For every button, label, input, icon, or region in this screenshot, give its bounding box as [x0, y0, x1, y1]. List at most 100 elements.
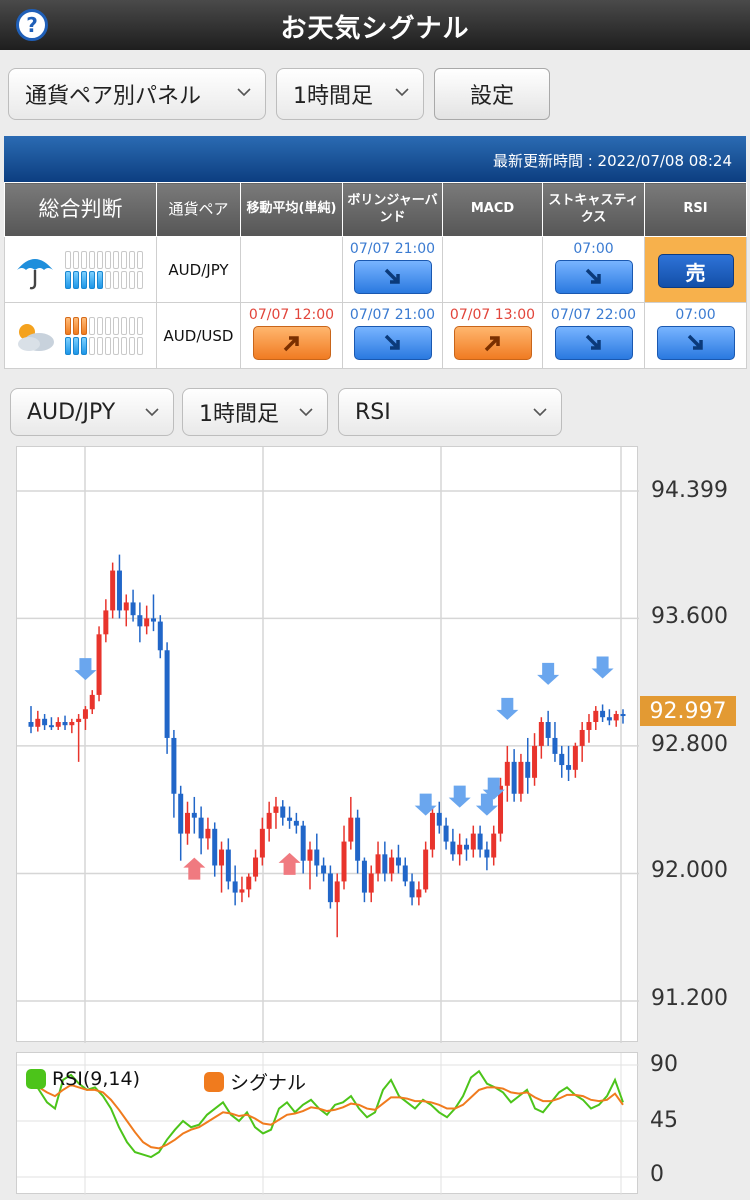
- candle-body: [42, 718, 48, 726]
- strength-bar-empty: [129, 336, 135, 355]
- legend-swatch: [204, 1071, 224, 1092]
- candle-body: [443, 825, 449, 842]
- strength-bar-filled: [65, 270, 71, 289]
- stoch-cell[interactable]: 07:00: [542, 236, 645, 303]
- strength-bar-filled: [65, 336, 71, 355]
- strength-bar-empty: [89, 250, 95, 269]
- candle-body: [246, 876, 252, 890]
- table-row[interactable]: AUD/USD 07/07 12:00 07/07 21:00 07/07 13…: [4, 302, 747, 369]
- buy-arrow-icon: [183, 857, 206, 880]
- price-axis-label: 92.800: [651, 732, 728, 757]
- candle-body: [259, 828, 265, 858]
- indicator-select[interactable]: RSI: [338, 388, 562, 436]
- candle-body: [579, 729, 585, 746]
- candle-body: [491, 833, 497, 858]
- strength-bar-empty: [113, 270, 119, 289]
- legend-signal: シグナル: [204, 1068, 306, 1095]
- candle-body: [185, 812, 191, 834]
- rsi-cell[interactable]: 07:00: [644, 302, 747, 369]
- strength-bar-filled: [81, 270, 87, 289]
- sell-signal-button[interactable]: [554, 260, 633, 294]
- sell-arrow-icon: [537, 662, 560, 685]
- candle-body: [150, 618, 156, 622]
- candle-body: [606, 717, 612, 721]
- candle-body: [212, 828, 218, 866]
- sell-button[interactable]: 売: [657, 254, 734, 288]
- candle-body: [538, 722, 544, 746]
- candle-body: [253, 857, 259, 877]
- candle-body: [225, 849, 231, 882]
- candle-body: [613, 714, 619, 721]
- strength-bar-empty: [113, 316, 119, 335]
- bars-bottom: [65, 336, 143, 355]
- candle-body: [55, 722, 61, 727]
- candle-body: [559, 753, 565, 766]
- candle-body: [586, 722, 592, 730]
- candle-body: [48, 725, 54, 728]
- buy-signal-button[interactable]: [453, 326, 532, 360]
- bars-bottom: [65, 270, 143, 289]
- sell-signal-button[interactable]: [353, 260, 432, 294]
- chevron-down-icon: [237, 88, 251, 97]
- candle-body: [205, 828, 211, 839]
- strength-bar-filled: [81, 316, 87, 335]
- candle-body: [389, 857, 395, 874]
- pair-name[interactable]: AUD/JPY: [156, 236, 241, 303]
- bb-cell[interactable]: 07/07 21:00: [342, 236, 443, 303]
- candle-body: [423, 849, 429, 890]
- sell-signal-button[interactable]: [554, 326, 633, 360]
- strength-bar-filled: [65, 316, 71, 335]
- sell-signal-button[interactable]: [656, 326, 735, 360]
- table-row[interactable]: AUD/JPY 07/07 21:00 07:00 売: [4, 236, 747, 303]
- strength-bar-empty: [89, 336, 95, 355]
- candle-body: [511, 761, 517, 794]
- macd-cell[interactable]: 07/07 13:00: [442, 302, 543, 369]
- signal-time: 07:00: [573, 241, 614, 257]
- timeframe-select[interactable]: 1時間足: [276, 68, 424, 120]
- candle-body: [82, 709, 88, 719]
- ma-cell[interactable]: 07/07 12:00: [240, 302, 343, 369]
- strength-bar-filled: [81, 336, 87, 355]
- chevron-down-icon: [533, 408, 547, 417]
- candle-body: [334, 881, 340, 903]
- signal-time: 07/07 12:00: [248, 307, 335, 323]
- strength-bar-empty: [129, 316, 135, 335]
- price-axis-label: 94.399: [651, 478, 728, 503]
- view-select[interactable]: 通貨ペア別パネル: [8, 68, 266, 120]
- candle-body: [566, 765, 572, 770]
- candle-body: [280, 806, 286, 818]
- bars-top: [65, 316, 143, 335]
- candle-body: [157, 621, 163, 651]
- bb-cell[interactable]: 07/07 21:00: [342, 302, 443, 369]
- signal-time: 07/07 13:00: [449, 307, 536, 323]
- candle-body: [620, 714, 626, 717]
- chart-pair-select[interactable]: AUD/JPY: [10, 388, 174, 436]
- candle-body: [232, 881, 238, 893]
- candle-body: [116, 570, 122, 611]
- price-axis-label: 91.200: [651, 986, 728, 1011]
- candle-body: [518, 761, 524, 794]
- header-overall: 総合判断: [4, 182, 157, 237]
- signal-table-panel: 最新更新時間 : 2022/07/08 08:24 総合判断 通貨ペア 移動平均…: [4, 136, 747, 369]
- candle-body: [307, 849, 313, 861]
- chevron-down-icon: [299, 408, 313, 417]
- stoch-cell[interactable]: 07/07 22:00: [542, 302, 645, 369]
- candle-body: [395, 857, 401, 866]
- chevron-down-icon: [395, 88, 409, 97]
- price-chart[interactable]: [16, 446, 639, 1043]
- candle-body: [368, 873, 374, 893]
- strength-bar-empty: [121, 270, 127, 289]
- sell-arrow-icon: [74, 658, 97, 681]
- sell-signal-button[interactable]: [353, 326, 432, 360]
- rsi-cell[interactable]: 売: [644, 236, 747, 303]
- candle-body: [525, 761, 531, 778]
- strength-bar-empty: [89, 316, 95, 335]
- candle-body: [429, 812, 435, 850]
- pair-name[interactable]: AUD/USD: [156, 302, 241, 369]
- candle-body: [62, 722, 68, 726]
- settings-button[interactable]: 設定: [434, 68, 550, 120]
- arrow-down-right-icon: [687, 334, 703, 350]
- strength-bar-empty: [97, 316, 103, 335]
- buy-signal-button[interactable]: [252, 326, 331, 360]
- chart-timeframe-select[interactable]: 1時間足: [182, 388, 328, 436]
